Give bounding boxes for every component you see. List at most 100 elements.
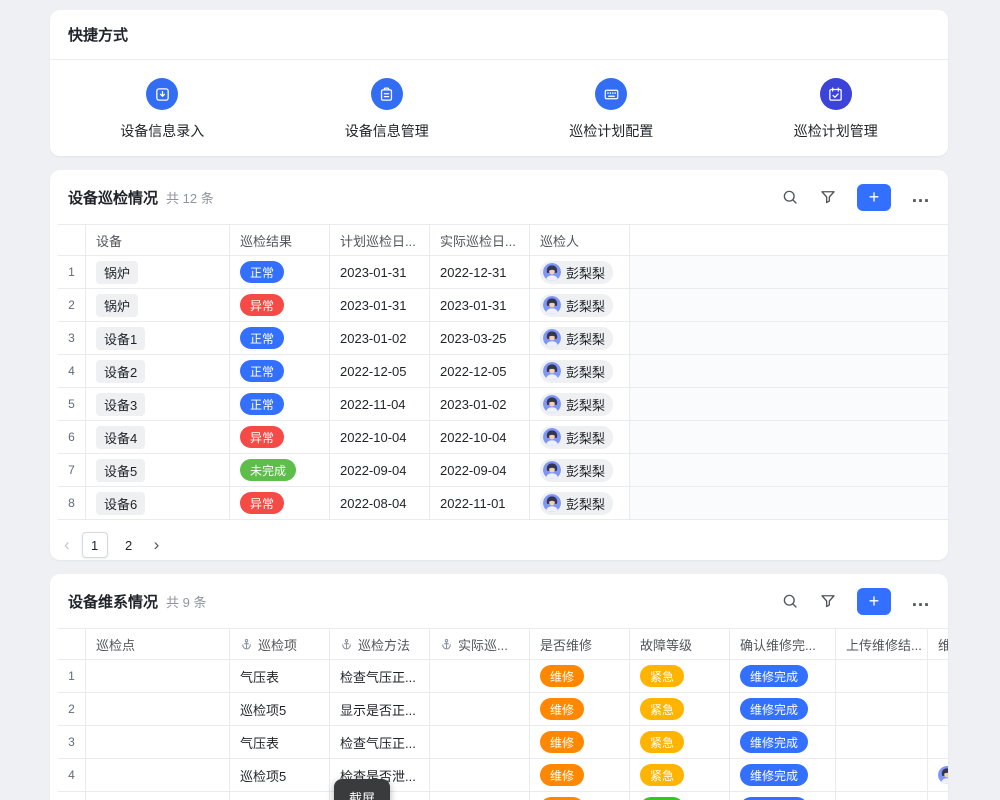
table-row[interactable]: 7 设备5 未完成 2022-09-04 2022-09-04 彭梨梨	[58, 454, 948, 487]
page-button-1[interactable]: 1	[82, 532, 108, 558]
header-repair[interactable]: 是否维修	[530, 629, 630, 659]
repair-cell[interactable]: 维修	[530, 660, 630, 692]
next-page-button[interactable]: ›	[150, 535, 164, 555]
inspector-cell[interactable]: 彭梨梨	[530, 355, 630, 387]
table-row[interactable]: 5 巡检项5 显示是否正... 维修 一般 维修完成	[58, 792, 948, 800]
device-cell[interactable]: 设备2	[86, 355, 230, 387]
header-planned-date[interactable]: 计划巡检日...	[330, 225, 430, 255]
planned-date-cell[interactable]: 2023-01-02	[330, 322, 430, 354]
result-cell[interactable]: 异常	[230, 289, 330, 321]
actual-date-cell[interactable]: 2023-01-31	[430, 289, 530, 321]
fault-level-cell[interactable]: 紧急	[630, 693, 730, 725]
inspection-point-cell[interactable]	[86, 693, 230, 725]
inspection-item-cell[interactable]: 气压表	[230, 726, 330, 758]
device-cell[interactable]: 设备5	[86, 454, 230, 486]
inspection-method-cell[interactable]: 检查气压正...	[330, 660, 430, 692]
extra-cell[interactable]	[928, 660, 948, 692]
confirm-repair-cell[interactable]: 维修完成	[730, 660, 836, 692]
table-row[interactable]: 4 巡检项5 检查是否泄... 维修 紧急 维修完成	[58, 759, 948, 792]
inspector-cell[interactable]: 彭梨梨	[530, 322, 630, 354]
fault-level-cell[interactable]: 紧急	[630, 759, 730, 791]
inspection-item-cell[interactable]: 气压表	[230, 660, 330, 692]
result-cell[interactable]: 正常	[230, 256, 330, 288]
actual-cell[interactable]	[430, 693, 530, 725]
planned-date-cell[interactable]: 2022-09-04	[330, 454, 430, 486]
confirm-repair-cell[interactable]: 维修完成	[730, 726, 836, 758]
actual-cell[interactable]	[430, 660, 530, 692]
header-inspection-item[interactable]: 巡检项	[230, 629, 330, 659]
header-inspection-point[interactable]: 巡检点	[86, 629, 230, 659]
actual-cell[interactable]	[430, 759, 530, 791]
header-inspector[interactable]: 巡检人	[530, 225, 630, 255]
extra-cell[interactable]	[928, 726, 948, 758]
upload-cell[interactable]	[836, 726, 928, 758]
inspector-cell[interactable]: 彭梨梨	[530, 487, 630, 519]
extra-cell[interactable]	[928, 792, 948, 800]
prev-page-button[interactable]: ‹	[60, 535, 74, 555]
header-confirm-repair[interactable]: 确认维修完...	[730, 629, 836, 659]
result-cell[interactable]: 未完成	[230, 454, 330, 486]
actual-date-cell[interactable]: 2022-12-31	[430, 256, 530, 288]
device-cell[interactable]: 锅炉	[86, 256, 230, 288]
shortcut-device-info-entry[interactable]: 设备信息录入	[50, 78, 275, 141]
header-actual[interactable]: 实际巡...	[430, 629, 530, 659]
more-menu-icon[interactable]: …	[911, 596, 930, 606]
actual-date-cell[interactable]: 2022-11-01	[430, 487, 530, 519]
upload-cell[interactable]	[836, 693, 928, 725]
search-icon[interactable]	[781, 592, 799, 610]
search-icon[interactable]	[781, 188, 799, 206]
inspector-cell[interactable]: 彭梨梨	[530, 256, 630, 288]
device-cell[interactable]: 设备3	[86, 388, 230, 420]
inspection-point-cell[interactable]	[86, 726, 230, 758]
repair-cell[interactable]: 维修	[530, 693, 630, 725]
page-button-2[interactable]: 2	[116, 532, 142, 558]
inspector-cell[interactable]: 彭梨梨	[530, 454, 630, 486]
add-record-button[interactable]: +	[857, 184, 891, 211]
device-cell[interactable]: 锅炉	[86, 289, 230, 321]
header-device[interactable]: 设备	[86, 225, 230, 255]
header-extra[interactable]: 维...	[928, 629, 948, 659]
filter-icon[interactable]	[819, 592, 837, 610]
header-actual-date[interactable]: 实际巡检日...	[430, 225, 530, 255]
actual-date-cell[interactable]: 2022-12-05	[430, 355, 530, 387]
device-cell[interactable]: 设备6	[86, 487, 230, 519]
actual-date-cell[interactable]: 2022-10-04	[430, 421, 530, 453]
table-row[interactable]: 1 锅炉 正常 2023-01-31 2022-12-31 彭梨梨	[58, 256, 948, 289]
table-row[interactable]: 4 设备2 正常 2022-12-05 2022-12-05 彭梨梨	[58, 355, 948, 388]
fault-level-cell[interactable]: 一般	[630, 792, 730, 800]
repair-cell[interactable]: 维修	[530, 792, 630, 800]
table-row[interactable]: 5 设备3 正常 2022-11-04 2023-01-02 彭梨梨	[58, 388, 948, 421]
shortcut-device-info-manage[interactable]: 设备信息管理	[275, 78, 500, 141]
table-row[interactable]: 8 设备6 异常 2022-08-04 2022-11-01 彭梨梨	[58, 487, 948, 520]
inspection-point-cell[interactable]	[86, 660, 230, 692]
header-fault-level[interactable]: 故障等级	[630, 629, 730, 659]
planned-date-cell[interactable]: 2023-01-31	[330, 256, 430, 288]
upload-cell[interactable]	[836, 660, 928, 692]
header-upload-result[interactable]: 上传维修结...	[836, 629, 928, 659]
table-row[interactable]: 3 气压表 检查气压正... 维修 紧急 维修完成	[58, 726, 948, 759]
fault-level-cell[interactable]: 紧急	[630, 726, 730, 758]
extra-cell[interactable]	[928, 693, 948, 725]
confirm-repair-cell[interactable]: 维修完成	[730, 759, 836, 791]
planned-date-cell[interactable]: 2023-01-31	[330, 289, 430, 321]
confirm-repair-cell[interactable]: 维修完成	[730, 792, 836, 800]
actual-date-cell[interactable]: 2022-09-04	[430, 454, 530, 486]
repair-cell[interactable]: 维修	[530, 759, 630, 791]
inspection-item-cell[interactable]: 巡检项5	[230, 693, 330, 725]
inspection-item-cell[interactable]: 巡检项5	[230, 759, 330, 791]
upload-cell[interactable]	[836, 759, 928, 791]
result-cell[interactable]: 异常	[230, 487, 330, 519]
actual-cell[interactable]	[430, 792, 530, 800]
actual-date-cell[interactable]: 2023-01-02	[430, 388, 530, 420]
header-inspection-method[interactable]: 巡检方法	[330, 629, 430, 659]
result-cell[interactable]: 异常	[230, 421, 330, 453]
actual-cell[interactable]	[430, 726, 530, 758]
result-cell[interactable]: 正常	[230, 322, 330, 354]
inspection-point-cell[interactable]	[86, 759, 230, 791]
add-record-button[interactable]: +	[857, 588, 891, 615]
inspection-method-cell[interactable]: 检查气压正...	[330, 726, 430, 758]
actual-date-cell[interactable]: 2023-03-25	[430, 322, 530, 354]
inspection-point-cell[interactable]	[86, 792, 230, 800]
planned-date-cell[interactable]: 2022-08-04	[330, 487, 430, 519]
more-menu-icon[interactable]: …	[911, 192, 930, 202]
